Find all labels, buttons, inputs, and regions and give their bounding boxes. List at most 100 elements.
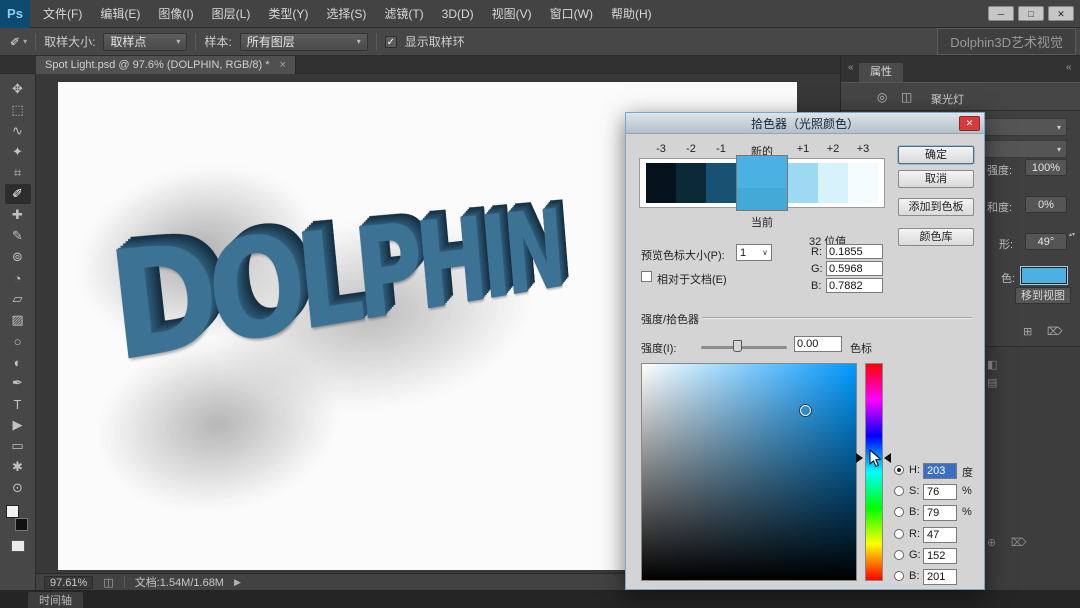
maximize-icon[interactable]: □ (1018, 6, 1044, 21)
background-color-swatch[interactable] (15, 518, 28, 531)
zoom-level-field[interactable]: 97.61% (44, 576, 93, 589)
hand-tool[interactable]: ✱ (5, 457, 31, 477)
healing-brush-tool[interactable]: ✚ (5, 205, 31, 225)
marquee-tool[interactable]: ⬚ (5, 100, 31, 120)
brush-tool[interactable]: ✎ (5, 226, 31, 246)
red-field[interactable] (923, 527, 957, 543)
move-to-view-button[interactable]: 移到视图 (1015, 287, 1071, 304)
pen-tool[interactable]: ✒ (5, 373, 31, 393)
panel-icon[interactable]: ⌦ (1011, 536, 1027, 549)
foreground-background-swatches[interactable] (6, 505, 30, 531)
dodge-tool[interactable]: ◐ (5, 352, 31, 372)
hue-slider-arrow-left[interactable] (856, 453, 863, 463)
red-radio[interactable] (894, 529, 904, 539)
move-tool[interactable]: ✥ (5, 79, 31, 99)
blue-radio[interactable] (894, 571, 904, 581)
preview-size-dropdown[interactable]: 1 ∨ (736, 244, 772, 261)
tab-properties[interactable]: 属性 (859, 63, 903, 82)
cancel-button[interactable]: 取消 (898, 170, 974, 188)
stepper-icon[interactable]: ▴▾ (1069, 233, 1075, 238)
add-to-swatches-button[interactable]: 添加到色板 (898, 198, 974, 216)
shape-tool[interactable]: ▭ (5, 436, 31, 456)
menu-filter[interactable]: 滤镜(T) (375, 0, 432, 28)
panel-icon[interactable]: ◧ (987, 358, 997, 371)
crop-tool[interactable]: ⌗ (5, 163, 31, 183)
close-icon[interactable]: ✕ (1048, 6, 1074, 21)
panel-icon[interactable]: ▤ (987, 376, 997, 389)
stop-swatch-minus1[interactable] (706, 163, 736, 203)
ok-button[interactable]: 确定 (898, 146, 974, 164)
menu-view[interactable]: 视图(V) (483, 0, 541, 28)
saturation-radio[interactable] (894, 486, 904, 496)
intensity-value[interactable]: 100% (1025, 159, 1067, 176)
menu-select[interactable]: 选择(S) (317, 0, 375, 28)
saturation-value[interactable]: 0% (1025, 196, 1067, 213)
intensity-slider-track[interactable] (701, 346, 787, 349)
green-field[interactable] (923, 548, 957, 564)
collapse-panel-icon[interactable]: « (848, 62, 854, 73)
menu-image[interactable]: 图像(I) (149, 0, 202, 28)
current-color-swatch[interactable] (737, 188, 787, 210)
menu-layer[interactable]: 图层(L) (203, 0, 260, 28)
sample-dropdown[interactable]: 所有图层 ▾ (240, 33, 368, 51)
intensity-field[interactable] (794, 336, 842, 352)
document-tab[interactable]: Spot Light.psd @ 97.6% (DOLPHIN, RGB/8) … (36, 56, 296, 74)
quick-mask-icon[interactable] (11, 540, 25, 552)
trash-icon[interactable]: ⌦ (1047, 325, 1063, 338)
saturation-field[interactable] (923, 484, 957, 500)
lasso-tool[interactable]: ∿ (5, 121, 31, 141)
menu-edit[interactable]: 编辑(E) (91, 0, 149, 28)
path-select-tool[interactable]: ▶ (5, 415, 31, 435)
light-color-swatch[interactable] (1021, 267, 1067, 284)
clone-stamp-tool[interactable]: ⊚ (5, 247, 31, 267)
collapse-panel-icon[interactable]: « (1066, 62, 1072, 73)
green-radio[interactable] (894, 550, 904, 560)
hue-field[interactable] (923, 463, 957, 479)
hue-slider-arrow-right[interactable] (884, 453, 891, 463)
tab-close-icon[interactable]: × (280, 59, 286, 71)
eyedropper-tool[interactable]: ✐ (5, 184, 31, 204)
minimize-icon[interactable]: ─ (988, 6, 1014, 21)
blur-tool[interactable]: ○ (5, 331, 31, 351)
menu-help[interactable]: 帮助(H) (602, 0, 661, 28)
foreground-color-swatch[interactable] (6, 505, 19, 518)
cone-value[interactable]: 49° (1025, 233, 1067, 250)
dialog-close-icon[interactable]: ✕ (959, 116, 980, 131)
color-field-marker[interactable] (800, 405, 811, 416)
tab-timeline[interactable]: 时间轴 (28, 592, 83, 608)
intensity-slider-handle[interactable] (733, 340, 742, 352)
stop-swatch-plus1[interactable] (788, 163, 818, 203)
panel-icon[interactable]: ⊕ (987, 536, 996, 549)
history-brush-tool[interactable]: ◔ (5, 268, 31, 288)
show-ring-checkbox[interactable]: ✓ (385, 36, 397, 48)
b32-field[interactable] (826, 278, 883, 293)
r32-field[interactable] (826, 244, 883, 259)
eraser-tool[interactable]: ▱ (5, 289, 31, 309)
sample-size-dropdown[interactable]: 取样点 ▾ (103, 33, 187, 51)
menu-type[interactable]: 类型(Y) (259, 0, 317, 28)
relative-to-document-checkbox[interactable] (641, 271, 652, 282)
gradient-tool[interactable]: ▨ (5, 310, 31, 330)
color-field[interactable] (641, 363, 857, 581)
hue-radio[interactable] (894, 465, 904, 475)
menu-3d[interactable]: 3D(D) (433, 0, 483, 28)
quick-select-tool[interactable]: ✦ (5, 142, 31, 162)
brightness-radio[interactable] (894, 507, 904, 517)
menu-window[interactable]: 窗口(W) (541, 0, 602, 28)
cube-icon[interactable]: ◫ (901, 90, 912, 104)
stop-swatch-minus2[interactable] (676, 163, 706, 203)
g32-field[interactable] (826, 261, 883, 276)
menu-file[interactable]: 文件(F) (34, 0, 91, 28)
eye-icon[interactable]: ◎ (877, 90, 887, 104)
active-tool-well[interactable]: ✐ ▾ (6, 33, 36, 51)
stop-swatch-plus2[interactable] (818, 163, 848, 203)
status-menu-arrow-icon[interactable]: ▶ (234, 577, 241, 588)
dialog-title-bar[interactable]: 拾色器（光照颜色） ✕ (626, 113, 984, 134)
blue-field[interactable] (923, 569, 957, 585)
type-tool[interactable]: T (5, 394, 31, 414)
stop-swatch-plus3[interactable] (848, 163, 878, 203)
grid-icon[interactable]: ⊞ (1023, 325, 1032, 338)
brightness-field[interactable] (923, 505, 957, 521)
color-libraries-button[interactable]: 颜色库 (898, 228, 974, 246)
stop-swatch-minus3[interactable] (646, 163, 676, 203)
